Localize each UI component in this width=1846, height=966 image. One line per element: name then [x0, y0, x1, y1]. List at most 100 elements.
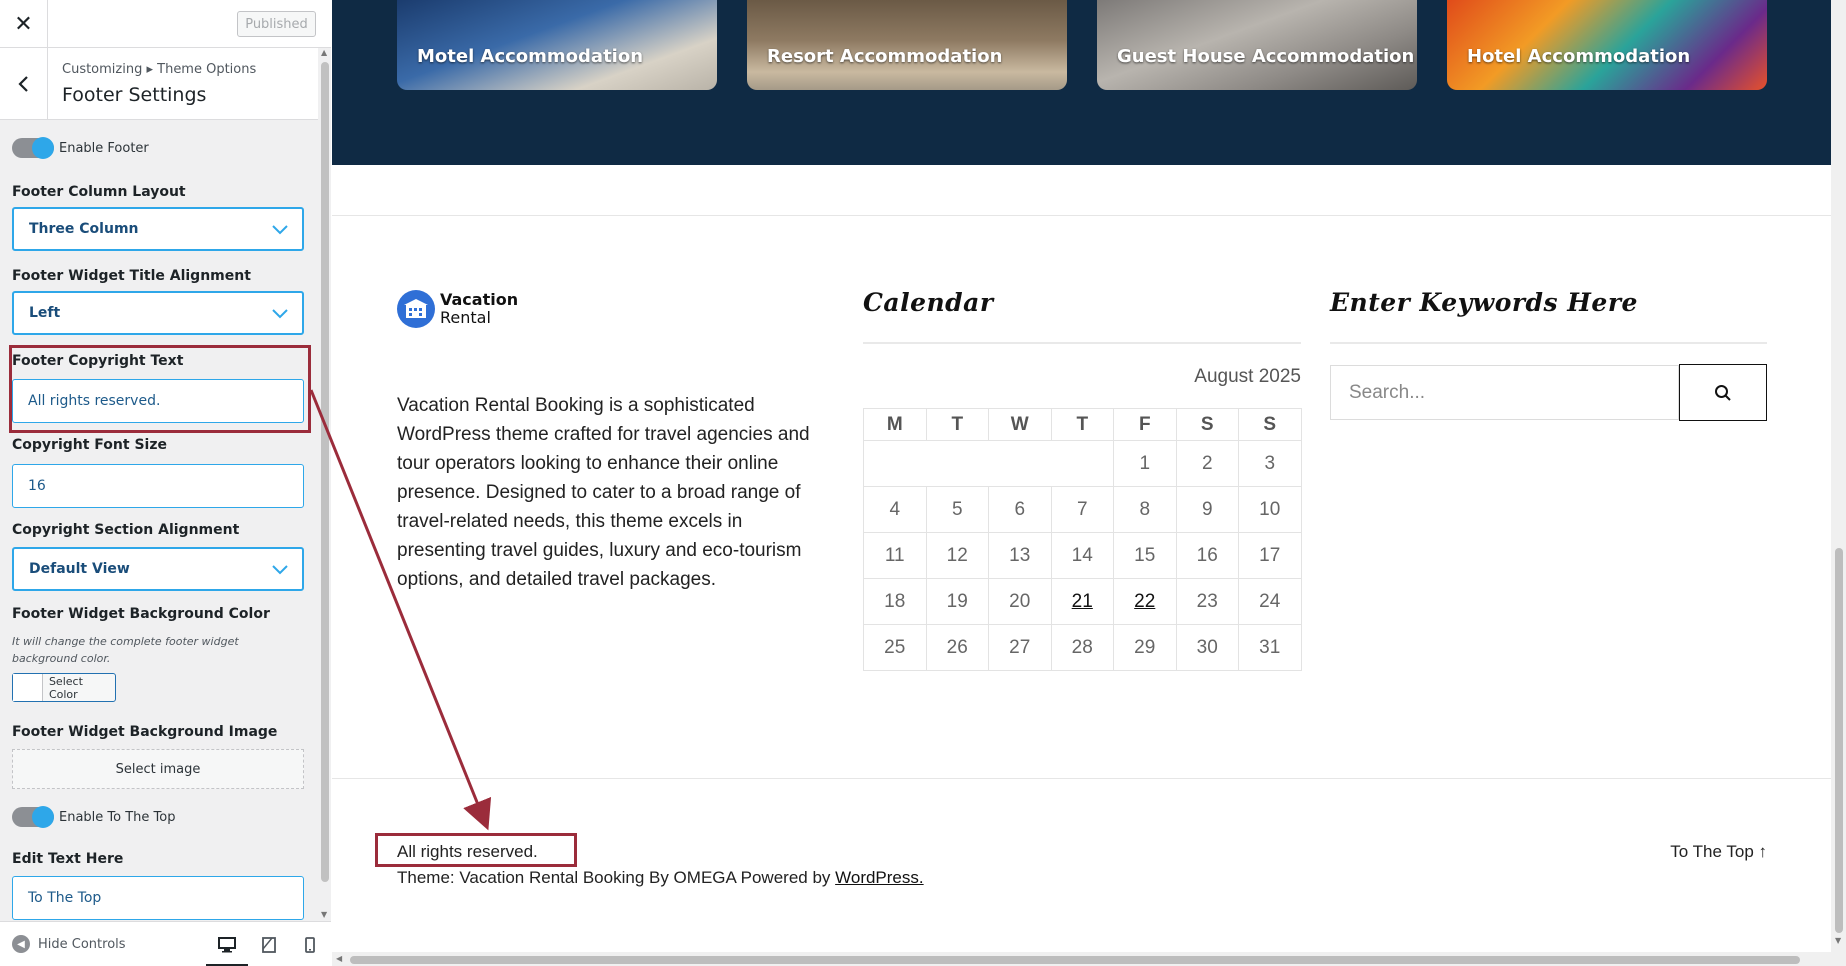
calendar-week-row: 18 19 20 21 22 23 24: [863, 578, 1302, 625]
hide-controls-button[interactable]: ◀ Hide Controls: [12, 935, 126, 953]
scroll-down-icon[interactable]: ▼: [1835, 936, 1841, 945]
widget-bg-image-label: Footer Widget Background Image: [12, 724, 278, 740]
customizer-footer: ◀ Hide Controls: [0, 921, 331, 966]
wordpress-link[interactable]: WordPress.: [835, 868, 924, 887]
to-the-top-link[interactable]: To The Top ↑: [1572, 842, 1767, 862]
scrollbar-thumb[interactable]: [1835, 548, 1843, 933]
logo-name-line2: Rental: [440, 308, 491, 327]
calendar-day-cell: 31: [1238, 624, 1302, 671]
select-value: Default View: [29, 561, 130, 577]
card-guest-house-accommodation[interactable]: Guest House Accommodation: [1097, 0, 1417, 90]
controls-panel: Enable Footer Footer Column Layout Three…: [0, 121, 318, 921]
calendar-day-header: F: [1113, 408, 1177, 441]
calendar-day-cell[interactable]: 22: [1113, 578, 1177, 625]
scroll-left-icon[interactable]: ◀: [336, 954, 342, 963]
chevron-down-icon: [272, 309, 288, 319]
calendar-day-cell: 27: [988, 624, 1052, 671]
calendar-day-cell: 14: [1050, 532, 1114, 579]
calendar-day-cell: 18: [863, 578, 927, 625]
highlight-box-copyright-control: [9, 345, 311, 433]
desktop-icon[interactable]: [216, 934, 238, 956]
select-value: Three Column: [29, 221, 139, 237]
tablet-icon[interactable]: [258, 934, 280, 956]
search-button[interactable]: [1679, 364, 1767, 421]
calendar-day-cell: 13: [988, 532, 1052, 579]
breadcrumb: Customizing ▸ Theme Options: [62, 62, 257, 77]
search-input[interactable]: Search...: [1330, 365, 1679, 420]
calendar-day-cell: 20: [988, 578, 1052, 625]
scroll-up-icon[interactable]: ▲: [321, 48, 327, 57]
calendar-day-cell[interactable]: 21: [1050, 578, 1114, 625]
hide-controls-label: Hide Controls: [38, 936, 126, 952]
mobile-icon[interactable]: [299, 934, 321, 956]
calendar-day-cell: 12: [925, 532, 989, 579]
scroll-down-icon[interactable]: ▼: [321, 910, 327, 919]
calendar-week-row: 25 26 27 28 29 30 31: [863, 624, 1302, 671]
widget-rule: [1330, 342, 1767, 344]
widget-title-alignment-select[interactable]: Left: [12, 291, 304, 335]
card-caption: Resort Accommodation: [767, 46, 1003, 67]
calendar-day-cell: 16: [1175, 532, 1239, 579]
building-icon: [397, 290, 435, 328]
card-caption: Guest House Accommodation: [1117, 46, 1415, 67]
calendar-pad-cell: [863, 440, 1114, 487]
divider: [332, 778, 1831, 779]
calendar-day-cell: 28: [1050, 624, 1114, 671]
calendar-day-cell: 17: [1238, 532, 1302, 579]
calendar-day-header: T: [925, 408, 989, 441]
calendar-day-cell: 15: [1113, 532, 1177, 579]
calendar-day-header: S: [1175, 408, 1239, 441]
calendar-widget-title: Calendar: [863, 288, 994, 317]
customizer-header: ✕ Published: [0, 0, 331, 48]
calendar-day-header: W: [988, 408, 1052, 441]
highlight-box-copyright-preview: [375, 833, 577, 867]
site-logo[interactable]: Vacation Rental: [397, 290, 518, 328]
card-hotel-accommodation[interactable]: Hotel Accommodation: [1447, 0, 1767, 90]
widget-bg-color-description: It will change the complete footer widge…: [12, 635, 239, 665]
enable-footer-toggle[interactable]: [12, 137, 54, 159]
select-color-label: Select Color: [48, 674, 83, 701]
site-preview: Motel Accommodation Resort Accommodation…: [332, 0, 1831, 966]
back-button[interactable]: [0, 48, 48, 120]
scrollbar-thumb[interactable]: [321, 62, 329, 882]
search-widget-title: Enter Keywords Here: [1330, 288, 1638, 317]
enable-footer-label: Enable Footer: [59, 141, 149, 156]
sidebar-scrollbar[interactable]: ▲ ▼: [318, 48, 331, 921]
close-customizer-button[interactable]: ✕: [0, 0, 48, 48]
card-resort-accommodation[interactable]: Resort Accommodation: [747, 0, 1067, 90]
copyright-font-size-input[interactable]: 16: [12, 464, 304, 508]
scrollbar-thumb[interactable]: [350, 956, 1800, 964]
footer-column-layout-select[interactable]: Three Column: [12, 207, 304, 251]
calendar-day-cell: 6: [988, 486, 1052, 533]
theme-credit-text: Theme: Vacation Rental Booking By OMEGA …: [397, 868, 836, 887]
footer-column-layout-label: Footer Column Layout: [12, 184, 186, 200]
calendar-day-link[interactable]: 22: [1134, 591, 1155, 612]
calendar-day-cell: 2: [1175, 440, 1239, 487]
divider: [332, 215, 1831, 216]
calendar-day-cell: 7: [1050, 486, 1114, 533]
preview-horizontal-scrollbar[interactable]: ◀: [332, 952, 1831, 966]
select-color-button[interactable]: Select Color: [12, 673, 116, 702]
widget-rule: [863, 342, 1301, 344]
copyright-font-size-label: Copyright Font Size: [12, 437, 167, 453]
preview-vertical-scrollbar[interactable]: ▼: [1831, 0, 1846, 966]
calendar-day-cell: 1: [1113, 440, 1177, 487]
enable-to-top-toggle[interactable]: [12, 806, 54, 828]
calendar-day-link[interactable]: 21: [1072, 591, 1093, 612]
copyright-alignment-select[interactable]: Default View: [12, 547, 304, 591]
edit-text-input[interactable]: To The Top: [12, 876, 304, 920]
chevron-down-icon: [272, 225, 288, 235]
accommodation-band: Motel Accommodation Resort Accommodation…: [332, 0, 1831, 165]
toggle-knob: [32, 806, 54, 828]
calendar-day-cell: 5: [925, 486, 989, 533]
section-title: Footer Settings: [62, 84, 207, 106]
about-text: Vacation Rental Booking is a sophisticat…: [397, 395, 810, 590]
card-motel-accommodation[interactable]: Motel Accommodation: [397, 0, 717, 90]
calendar-day-cell: 9: [1175, 486, 1239, 533]
calendar-week-row: 11 12 13 14 15 16 17: [863, 532, 1302, 579]
select-image-button[interactable]: Select image: [12, 749, 304, 789]
published-button[interactable]: Published: [237, 11, 316, 37]
select-value: Left: [29, 305, 61, 321]
calendar-table: MTWTFSS 1 2 3 4 5 6 7 8 9 10 11 12 13 14 15 16 17 18 19 20 2…: [863, 408, 1302, 671]
calendar-day-cell: 29: [1113, 624, 1177, 671]
